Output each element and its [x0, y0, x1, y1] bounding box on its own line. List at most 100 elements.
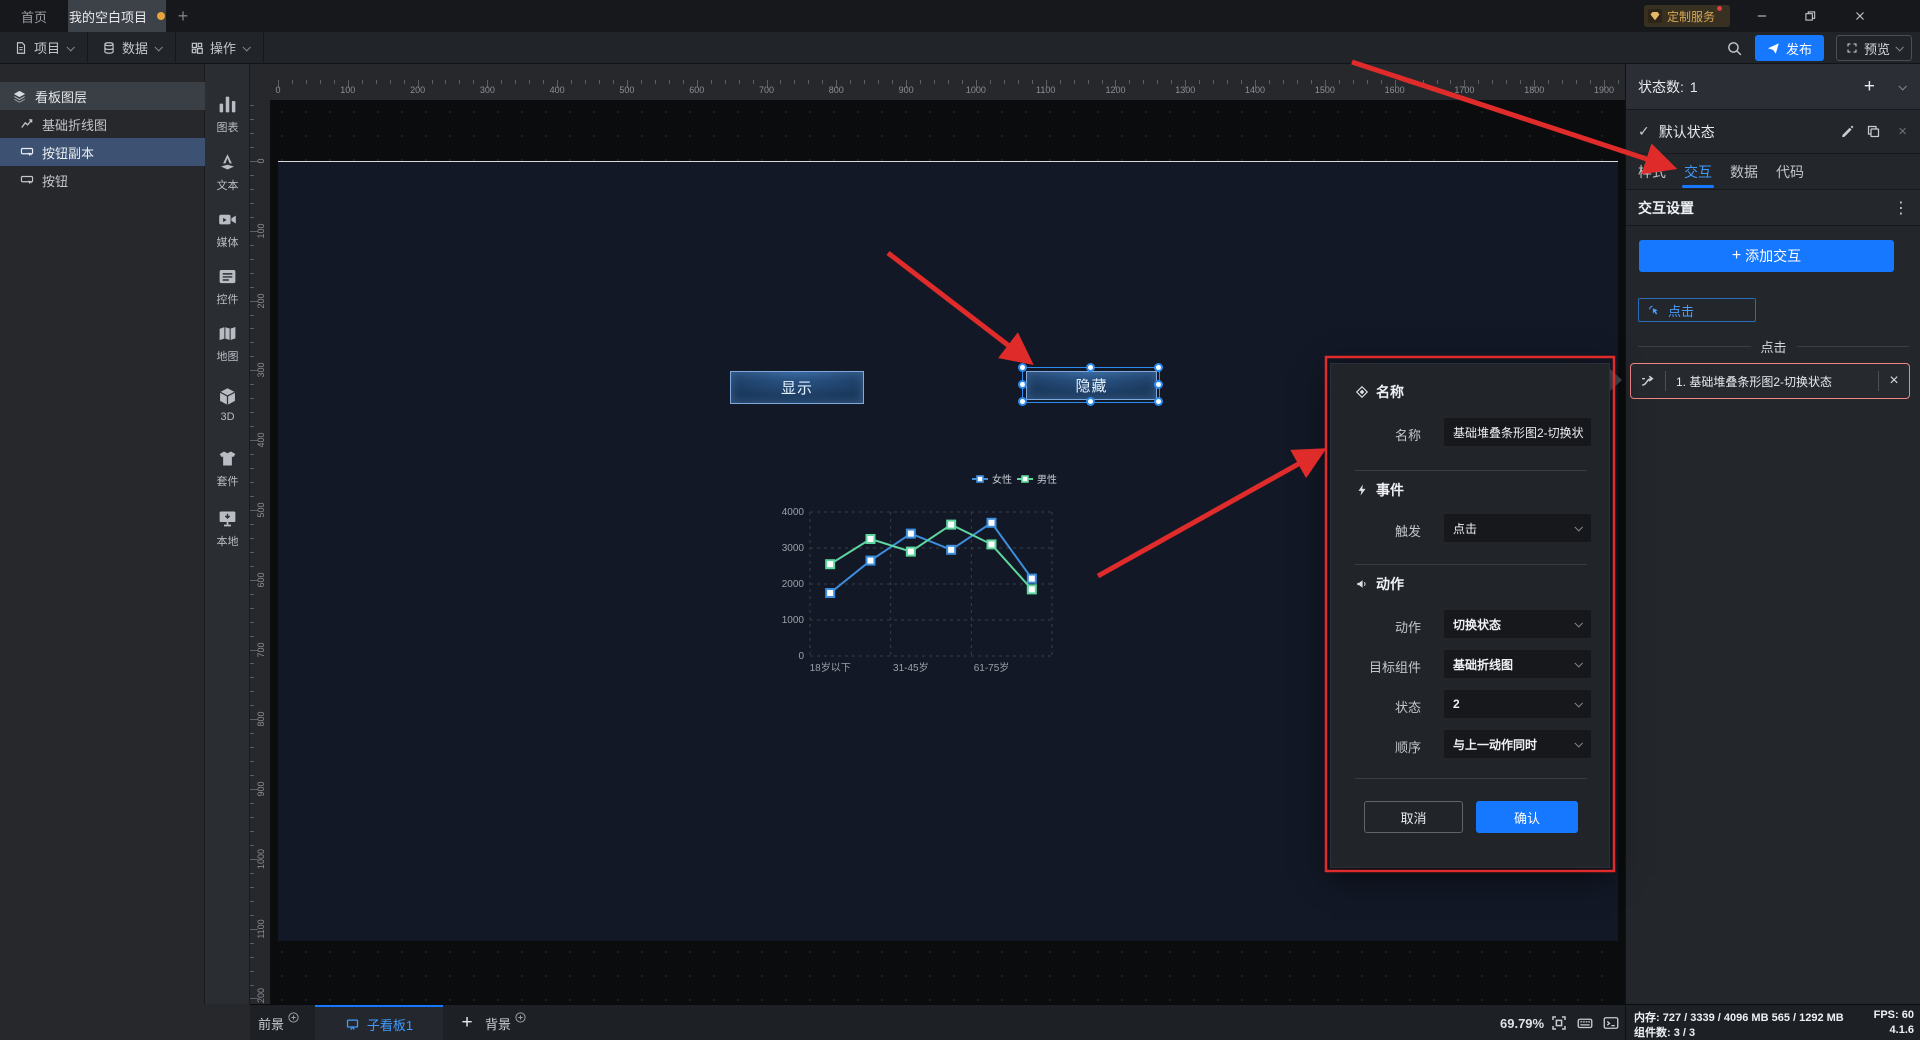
action-flow-icon	[1640, 373, 1657, 390]
subboard-tab[interactable]: 子看板1	[315, 1005, 443, 1040]
confirm-button[interactable]: 确认	[1476, 801, 1578, 833]
search-icon[interactable]	[1726, 40, 1743, 57]
db-icon	[102, 41, 116, 55]
rail-item-图表[interactable]: 图表	[205, 90, 250, 135]
resize-handle-s[interactable]	[1086, 397, 1095, 406]
resize-handle-se[interactable]	[1154, 397, 1163, 406]
component-rail: 图表文本媒体控件地图 3D 套件本地	[205, 64, 250, 1004]
delete-state-icon[interactable]: ×	[1898, 123, 1907, 140]
rail-item-控件[interactable]: 控件	[205, 262, 250, 307]
rail-item-本地[interactable]: 本地	[205, 504, 250, 549]
zoom-level[interactable]: 69.79%	[1500, 1005, 1544, 1040]
resize-handle-sw[interactable]	[1018, 397, 1027, 406]
collapse-states-icon[interactable]	[1898, 81, 1907, 91]
click-icon	[1647, 303, 1661, 317]
horizontal-ruler: 0 100 200 300 400 500 600 700 800 900 1000 1100 1200…	[270, 64, 1625, 100]
tab-代码[interactable]: 代码	[1774, 154, 1806, 190]
text-art-icon	[217, 152, 238, 173]
more-menu-icon[interactable]: ⋮	[1893, 198, 1909, 218]
console-icon[interactable]	[1602, 1014, 1620, 1032]
svg-text:18岁以下: 18岁以下	[810, 661, 851, 674]
add-state-button[interactable]: +	[1864, 76, 1875, 98]
shortcuts-icon[interactable]	[1576, 1014, 1594, 1032]
line-chart: 0 1000 2000 3000 4000 18岁以下 31-45岁 61-75岁 女性 男性	[782, 473, 1057, 674]
rail-item-文本[interactable]: 文本	[205, 148, 250, 193]
background-label[interactable]: 背景	[485, 1005, 527, 1040]
publish-button[interactable]: 发布	[1754, 35, 1824, 61]
dashboard-editor-window: 首页 我的空白项目 + 定制服务 项目 数据 操作 发布 预览 看板图层 基础折…	[0, 0, 1920, 1040]
rail-item-3D[interactable]: 3D	[205, 382, 250, 423]
tab-交互[interactable]: 交互	[1682, 154, 1714, 190]
layers-sidebar: 看板图层 基础折线图 按钮副本 按钮	[0, 64, 205, 1004]
cancel-button[interactable]: 取消	[1364, 801, 1463, 833]
restore-icon	[1803, 9, 1817, 23]
rail-item-地图[interactable]: 地图	[205, 319, 250, 364]
click-group-divider: 点击	[1638, 337, 1909, 355]
preview-button[interactable]: 预览	[1835, 35, 1912, 61]
rail-item-媒体[interactable]: 媒体	[205, 205, 250, 250]
action-select-目标组件[interactable]: 基础折线图	[1444, 650, 1591, 678]
custom-service-badge[interactable]: 定制服务	[1644, 5, 1731, 27]
fps-value: 60	[1901, 1009, 1914, 1021]
minimize-icon	[1755, 9, 1769, 23]
maximize-button[interactable]	[1788, 0, 1832, 32]
vertical-ruler: -100010020030040050060070080090010001100…	[250, 100, 270, 1004]
version-label: 4.1.6	[1889, 1024, 1914, 1036]
components-value: 3 / 3	[1673, 1027, 1696, 1039]
action-select-动作[interactable]: 切换状态	[1444, 610, 1591, 638]
add-background-icon[interactable]	[514, 1011, 527, 1024]
layer-item-基础折线图[interactable]: 基础折线图	[0, 110, 205, 138]
show-button-component[interactable]: 显示	[730, 371, 864, 404]
resize-handle-nw[interactable]	[1018, 363, 1027, 372]
interaction-item[interactable]: 1. 基础堆叠条形图2-切换状态 ×	[1630, 363, 1910, 399]
resize-handle-e[interactable]	[1154, 380, 1163, 389]
menu-数据[interactable]: 数据	[88, 31, 177, 64]
add-board-button[interactable]: +	[452, 1005, 482, 1040]
svg-text:4000: 4000	[782, 507, 805, 518]
layer-item-按钮[interactable]: 按钮	[0, 166, 205, 194]
doc-icon	[14, 41, 28, 55]
svg-text:31-45岁: 31-45岁	[893, 661, 929, 674]
resize-handle-ne[interactable]	[1154, 363, 1163, 372]
tab-project[interactable]: 我的空白项目	[68, 0, 166, 32]
menubar-right: 发布 预览	[1726, 32, 1912, 64]
trigger-select[interactable]: 点击	[1444, 514, 1591, 542]
tab-home[interactable]: 首页	[0, 0, 68, 32]
line-chart-component[interactable]: 0 1000 2000 3000 4000 18岁以下 31-45岁 61-75岁 女性 男性	[775, 465, 1127, 683]
chevron-down-icon	[154, 42, 163, 52]
ruler-corner	[250, 64, 270, 100]
state-count-row: 状态数: 1 +	[1626, 64, 1920, 110]
new-tab-button[interactable]: +	[166, 0, 200, 32]
rename-state-icon[interactable]	[1840, 124, 1855, 139]
name-input[interactable]: 基础堆叠条形图2-切换状	[1444, 418, 1591, 446]
click-trigger-chip[interactable]: 点击	[1638, 298, 1756, 322]
menu-操作[interactable]: 操作	[176, 31, 265, 64]
add-interaction-button[interactable]: + 添加交互	[1639, 240, 1894, 272]
rail-item-套件[interactable]: 套件	[205, 444, 250, 489]
tab-样式[interactable]: 样式	[1636, 154, 1668, 190]
remove-interaction-icon[interactable]: ×	[1879, 372, 1909, 390]
action-row-label-动作: 动作	[1394, 620, 1421, 635]
hide-button-component[interactable]: 隐藏	[1026, 371, 1157, 400]
tab-数据[interactable]: 数据	[1728, 154, 1760, 190]
notification-dot	[1717, 6, 1723, 11]
memory-value: 727 / 3339 / 4096 MB 565 / 1292 MB	[1662, 1012, 1844, 1024]
layers-icon	[12, 89, 27, 104]
action-select-顺序[interactable]: 与上一动作同时	[1444, 730, 1591, 758]
fit-screen-icon[interactable]	[1550, 1014, 1568, 1032]
minimize-button[interactable]	[1740, 0, 1784, 32]
layer-item-按钮副本[interactable]: 按钮副本	[0, 138, 205, 166]
menu-项目[interactable]: 项目	[0, 31, 89, 64]
duplicate-state-icon[interactable]	[1866, 124, 1881, 139]
foreground-label[interactable]: 前景	[258, 1005, 300, 1040]
svg-text:61-75岁: 61-75岁	[974, 661, 1010, 674]
default-state-row[interactable]: ✓ 默认状态 ×	[1626, 110, 1920, 154]
action-select-状态[interactable]: 2	[1444, 690, 1591, 718]
svg-text:2000: 2000	[782, 579, 805, 590]
add-foreground-icon[interactable]	[287, 1011, 300, 1024]
resize-handle-n[interactable]	[1086, 363, 1095, 372]
menu-items: 项目 数据 操作	[0, 31, 265, 64]
check-icon: ✓	[1638, 123, 1650, 139]
resize-handle-w[interactable]	[1018, 380, 1027, 389]
close-button[interactable]	[1838, 0, 1882, 32]
